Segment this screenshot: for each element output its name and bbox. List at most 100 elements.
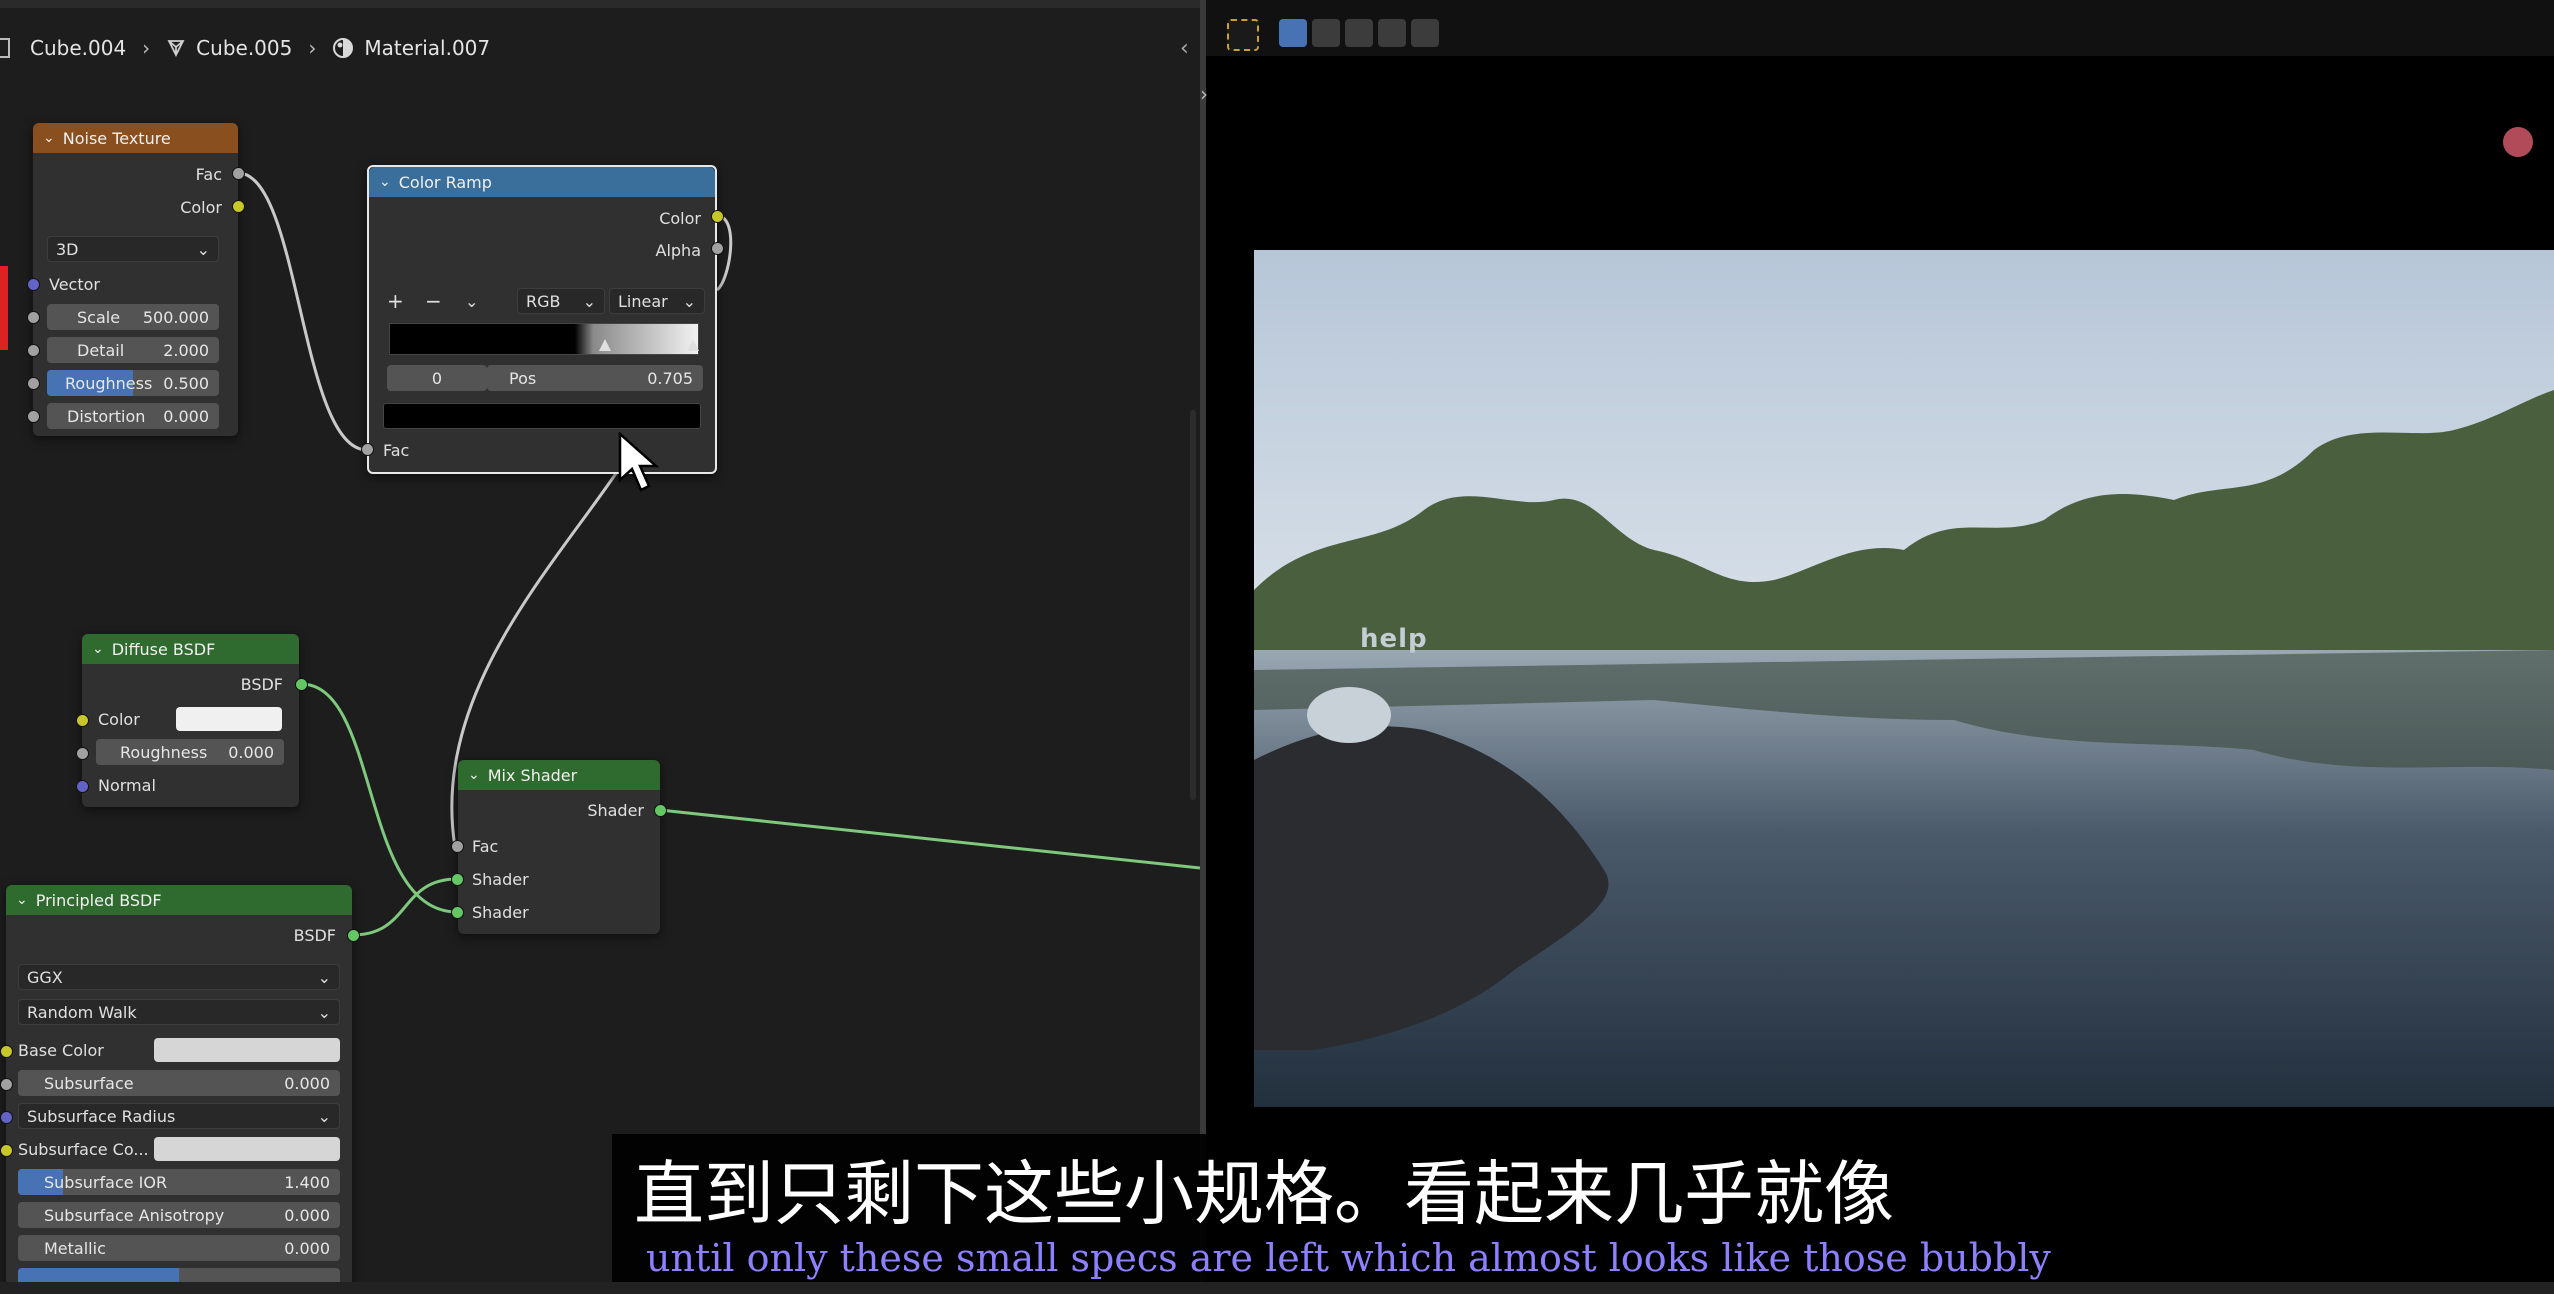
output-bsdf-label: BSDF — [293, 925, 336, 945]
subsurface-value: 0.000 — [284, 1073, 330, 1093]
stop-color-swatch[interactable] — [383, 403, 701, 429]
select-tool-icon[interactable] — [1227, 19, 1259, 51]
mix-shader-node[interactable]: ⌄ Mix Shader Shader Fac Shader Shader — [458, 760, 660, 934]
select-box-invert-icon[interactable] — [1378, 19, 1406, 47]
node-editor[interactable]: Cube.004 › Cube.005 › Material.007 ‹ ⌄ No… — [0, 0, 1200, 1294]
detail-label: Detail — [77, 340, 125, 360]
chevron-down-icon: ⌄ — [317, 1106, 331, 1126]
vertical-scrollbar[interactable] — [1190, 410, 1196, 800]
distribution-dropdown[interactable]: GGX ⌄ — [18, 964, 340, 990]
diffuse-bsdf-output-socket[interactable] — [295, 678, 308, 691]
color-mode-dropdown[interactable]: RGB ⌄ — [517, 288, 605, 314]
subsurface-radius-dropdown[interactable]: Subsurface Radius ⌄ — [18, 1103, 340, 1129]
interpolation-dropdown[interactable]: Linear ⌄ — [609, 288, 705, 314]
roughness-field[interactable]: Roughness 0.500 — [47, 370, 219, 396]
collapse-icon[interactable]: ⌄ — [16, 892, 28, 908]
node-header[interactable]: ⌄ Principled BSDF — [6, 885, 352, 915]
principled-bsdf-output-socket[interactable] — [347, 929, 360, 942]
subsurface-method-value: Random Walk — [27, 1002, 137, 1022]
chevron-down-icon: ⌄ — [317, 1002, 331, 1022]
diffuse-bsdf-node[interactable]: ⌄ Diffuse BSDF BSDF Color Roughness 0.000 … — [82, 634, 299, 807]
noise-scale-input-socket[interactable] — [27, 311, 40, 324]
remove-stop-button[interactable]: − — [425, 288, 442, 314]
subsurface-field[interactable]: Subsurface 0.000 — [18, 1070, 340, 1096]
mix-shader2-input-socket[interactable] — [451, 906, 464, 919]
expand-chevron-icon[interactable]: › — [1200, 82, 1208, 106]
color-ramp-gradient[interactable] — [389, 323, 699, 355]
noise-fac-output-socket[interactable] — [232, 167, 245, 180]
subsurface-anisotropy-field[interactable]: Subsurface Anisotropy 0.000 — [18, 1202, 340, 1228]
principled-subsurface-input-socket[interactable] — [0, 1078, 13, 1091]
subsurface-anisotropy-label: Subsurface Anisotropy — [44, 1205, 225, 1225]
principled-base-color-input-socket[interactable] — [0, 1045, 13, 1058]
colorramp-color-output-socket[interactable] — [711, 210, 724, 223]
roughness-label: Roughness — [120, 742, 208, 762]
node-header[interactable]: ⌄ Noise Texture — [33, 123, 238, 153]
output-fac-label: Fac — [195, 164, 222, 184]
subsurface-color-swatch[interactable] — [154, 1137, 340, 1161]
area-divider[interactable] — [1200, 0, 1206, 1294]
ramp-stop-handle-2[interactable] — [687, 339, 699, 351]
subsurface-ior-field[interactable]: Subsurface IOR 1.400 — [18, 1169, 340, 1195]
diffuse-roughness-field[interactable]: Roughness 0.000 — [96, 739, 284, 765]
input-vector-label: Vector — [49, 274, 100, 294]
diffuse-roughness-input-socket[interactable] — [76, 747, 89, 760]
position-field[interactable]: Pos 0.705 — [487, 365, 703, 391]
select-box-subtract-icon[interactable] — [1345, 19, 1373, 47]
chevron-down-icon: ⌄ — [582, 291, 596, 311]
collapse-icon[interactable]: ⌄ — [92, 641, 104, 657]
noise-detail-input-socket[interactable] — [27, 344, 40, 357]
principled-subsurface-radius-input-socket[interactable] — [0, 1111, 13, 1124]
collapse-icon[interactable]: ⌄ — [43, 130, 55, 146]
diffuse-normal-input-socket[interactable] — [76, 780, 89, 793]
add-stop-button[interactable]: + — [387, 288, 404, 314]
noise-vector-input-socket[interactable] — [27, 278, 40, 291]
collapse-icon[interactable]: ⌄ — [379, 174, 391, 190]
mix-shader-output-socket[interactable] — [654, 804, 667, 817]
ramp-menu-chevron-icon[interactable]: ⌄ — [465, 288, 478, 314]
node-title: Mix Shader — [487, 765, 578, 785]
base-color-label: Base Color — [18, 1040, 104, 1060]
noise-roughness-input-socket[interactable] — [27, 377, 40, 390]
principled-bsdf-node[interactable]: ⌄ Principled BSDF BSDF GGX ⌄ Random Walk ⌄ … — [6, 885, 352, 1294]
scene-image — [1254, 250, 2554, 1107]
mix-fac-input-socket[interactable] — [451, 840, 464, 853]
subsurface-anisotropy-value: 0.000 — [284, 1205, 330, 1225]
principled-subsurface-color-input-socket[interactable] — [0, 1144, 13, 1157]
diffuse-color-swatch[interactable] — [176, 707, 282, 731]
metallic-field[interactable]: Metallic 0.000 — [18, 1235, 340, 1261]
colorramp-fac-input-socket[interactable] — [361, 443, 374, 456]
scale-field[interactable]: Scale 500.000 — [47, 304, 219, 330]
output-color-label: Color — [659, 208, 701, 228]
subsurface-method-dropdown[interactable]: Random Walk ⌄ — [18, 999, 340, 1025]
diffuse-color-input-socket[interactable] — [76, 714, 89, 727]
status-bar — [0, 1282, 2554, 1294]
select-box-intersect-icon[interactable] — [1411, 19, 1439, 47]
node-header[interactable]: ⌄ Diffuse BSDF — [82, 634, 299, 664]
collapse-icon[interactable]: ⌄ — [468, 767, 480, 783]
output-alpha-label: Alpha — [655, 240, 702, 260]
link-diffuse-to-mix-shader2 — [300, 682, 458, 914]
node-header[interactable]: ⌄ Color Ramp — [369, 167, 715, 197]
output-shader-label: Shader — [587, 800, 644, 820]
dimensions-dropdown[interactable]: 3D ⌄ — [47, 236, 219, 262]
noise-color-output-socket[interactable] — [232, 200, 245, 213]
node-title: Principled BSDF — [35, 890, 162, 910]
base-color-swatch[interactable] — [154, 1038, 340, 1062]
record-icon[interactable] — [2503, 127, 2533, 157]
node-header[interactable]: ⌄ Mix Shader — [458, 760, 660, 790]
mix-shader1-input-socket[interactable] — [451, 873, 464, 886]
subtitle-chinese: 直到只剩下这些小规格。看起来几乎就像 — [634, 1153, 1894, 1235]
pos-value: 0.705 — [647, 368, 693, 388]
colorramp-alpha-output-socket[interactable] — [711, 242, 724, 255]
stop-index-field[interactable]: 0 — [387, 365, 487, 391]
scale-label: Scale — [77, 307, 121, 327]
distortion-field[interactable]: Distortion 0.000 — [47, 403, 219, 429]
noise-distortion-input-socket[interactable] — [27, 410, 40, 423]
noise-texture-node[interactable]: ⌄ Noise Texture Fac Color 3D ⌄ Vector Scal… — [33, 123, 238, 436]
select-box-new-icon[interactable] — [1279, 19, 1307, 47]
detail-field[interactable]: Detail 2.000 — [47, 337, 219, 363]
select-box-extend-icon[interactable] — [1312, 19, 1340, 47]
ramp-stop-handle-1[interactable] — [599, 339, 611, 351]
color-ramp-node[interactable]: ⌄ Color Ramp Color Alpha + − ⌄ RGB ⌄ Linea… — [367, 165, 717, 474]
